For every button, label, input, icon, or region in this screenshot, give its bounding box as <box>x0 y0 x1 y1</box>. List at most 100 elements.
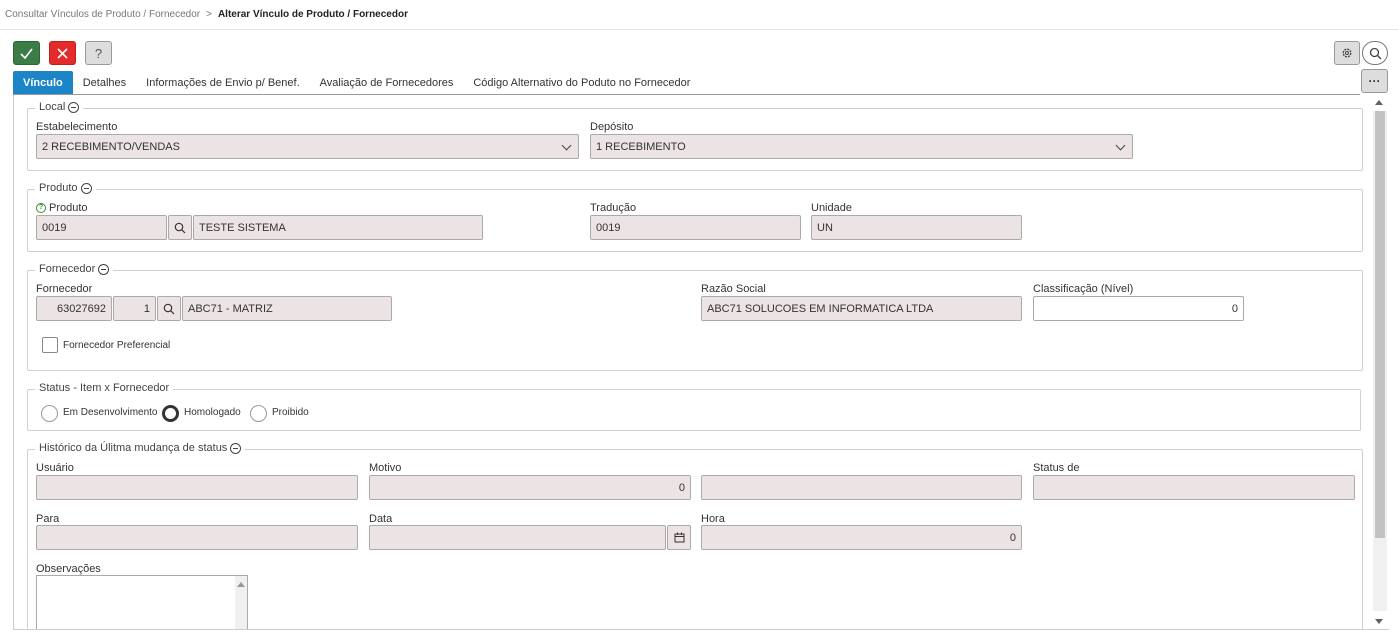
historico-legend: Histórico da Úlitma mudança de status <box>35 442 246 454</box>
fornecedor-legend-label: Fornecedor <box>39 263 96 275</box>
para-label: Para <box>36 513 60 525</box>
fornecedor-preferencial-label: Fornecedor Preferencial <box>63 340 171 351</box>
fornecedor-preferencial-checkbox[interactable] <box>42 337 58 353</box>
tab-informacoes-envio[interactable]: Informações de Envio p/ Benef. <box>136 71 309 94</box>
fornecedor-search-button[interactable] <box>157 296 181 321</box>
collapse-icon[interactable] <box>80 182 92 194</box>
estabelecimento-value: 2 RECEBIMENTO/VENDAS <box>42 140 180 153</box>
tab-detalhes[interactable]: Detalhes <box>73 71 136 94</box>
status-option-label: Proibido <box>272 407 309 418</box>
cancel-button[interactable] <box>49 41 76 65</box>
settings-button[interactable] <box>1334 41 1360 65</box>
search-icon <box>1369 47 1381 59</box>
observacoes-textarea[interactable] <box>36 575 248 629</box>
confirm-button[interactable] <box>13 41 40 65</box>
traducao-value: 0019 <box>596 221 621 234</box>
fornecedor-name-field: ABC71 - MATRIZ <box>182 296 392 321</box>
status-option-label: Homologado <box>184 407 241 418</box>
classificacao-input[interactable]: 0 <box>1033 296 1244 321</box>
scroll-up-arrow-icon <box>237 582 245 587</box>
search-icon <box>163 303 175 314</box>
breadcrumb-parent-link[interactable]: Consultar Vínculos de Produto / Forneced… <box>5 9 200 20</box>
usuario-field <box>36 475 358 500</box>
breadcrumb: Consultar Vínculos de Produto / Forneced… <box>0 0 1399 30</box>
produto-search-button[interactable] <box>168 215 192 240</box>
close-icon <box>57 47 68 59</box>
deposito-label: Depósito <box>590 121 634 133</box>
collapse-icon[interactable] <box>98 263 110 275</box>
motivo-label: Motivo <box>369 462 402 474</box>
calendar-icon <box>674 532 684 543</box>
status-de-label: Status de <box>1033 462 1080 474</box>
para-field <box>36 525 358 550</box>
scroll-down-arrow-icon[interactable] <box>1375 619 1383 624</box>
produto-desc-field: TESTE SISTEMA <box>193 215 483 240</box>
observacoes-scrollbar[interactable] <box>235 576 247 629</box>
status-legend: Status - Item x Fornecedor <box>35 382 174 394</box>
produto-legend-label: Produto <box>39 182 78 194</box>
local-legend-label: Local <box>39 101 66 113</box>
classificacao-label: Classificação (Nível) <box>1033 283 1134 295</box>
usuario-label: Usuário <box>36 462 74 474</box>
unidade-field: UN <box>811 215 1022 240</box>
global-search-button[interactable] <box>1362 41 1388 65</box>
produto-legend: Produto <box>35 182 96 194</box>
gear-icon <box>1342 48 1352 58</box>
produto-desc-value: TESTE SISTEMA <box>199 221 286 234</box>
scroll-up-arrow-icon[interactable] <box>1375 100 1383 105</box>
status-de-field <box>1033 475 1355 500</box>
data-field <box>369 525 666 550</box>
status-radio-em-desenvolvimento[interactable] <box>41 405 58 422</box>
scrollbar-thumb[interactable] <box>1375 111 1385 538</box>
fornecedor-code-value: 63027692 <box>57 302 106 315</box>
razao-social-value: ABC71 SOLUCOES EM INFORMATICA LTDA <box>707 302 934 315</box>
fornecedor-code-field[interactable]: 63027692 <box>36 296 112 321</box>
form-content: Local Estabelecimento 2 RECEBIMENTO/VEND… <box>13 95 1389 630</box>
calendar-button[interactable] <box>667 525 691 550</box>
status-radio-homologado[interactable] <box>162 405 179 422</box>
more-options-button[interactable]: ··· <box>1361 69 1388 93</box>
fornecedor-seq-field[interactable]: 1 <box>113 296 156 321</box>
hora-field: 0 <box>701 525 1022 550</box>
main-scrollbar[interactable] <box>1372 96 1388 628</box>
motivo-value: 0 <box>678 481 685 494</box>
hora-label: Hora <box>701 513 725 525</box>
traducao-field[interactable]: 0019 <box>590 215 801 240</box>
historico-legend-label: Histórico da Úlitma mudança de status <box>39 442 228 454</box>
status-radio-proibido[interactable] <box>250 405 267 422</box>
motivo-desc-field <box>701 475 1022 500</box>
unidade-value: UN <box>817 221 833 234</box>
produto-code-value: 0019 <box>42 221 67 234</box>
breadcrumb-current: Alterar Vínculo de Produto / Fornecedor <box>217 9 408 20</box>
deposito-value: 1 RECEBIMENTO <box>596 140 686 153</box>
more-icon: ··· <box>1368 74 1381 88</box>
data-label: Data <box>369 513 393 525</box>
tab-vinculo[interactable]: Vínculo <box>13 71 73 94</box>
razao-social-label: Razão Social <box>701 283 766 295</box>
tab-avaliacao-fornecedores[interactable]: Avaliação de Fornecedores <box>310 71 464 94</box>
fornecedor-seq-value: 1 <box>143 302 150 315</box>
fornecedor-name-value: ABC71 - MATRIZ <box>188 302 273 315</box>
motivo-field: 0 <box>369 475 691 500</box>
status-option-label: Em Desenvolvimento <box>63 407 158 418</box>
produto-code-field[interactable]: 0019 <box>36 215 167 240</box>
status-legend-label: Status - Item x Fornecedor <box>39 382 170 394</box>
help-button[interactable]: ? <box>85 41 112 65</box>
estabelecimento-select[interactable]: 2 RECEBIMENTO/VENDAS <box>36 134 579 159</box>
fornecedor-legend: Fornecedor <box>35 263 114 275</box>
breadcrumb-separator: > <box>206 9 212 20</box>
help-icon: ? <box>94 45 103 61</box>
deposito-select[interactable]: 1 RECEBIMENTO <box>590 134 1133 159</box>
produto-label: ? Produto <box>36 202 88 214</box>
tab-codigo-alternativo[interactable]: Código Alternativo do Poduto no Forneced… <box>463 71 700 94</box>
chevron-down-icon <box>561 140 572 151</box>
produto-label-text: Produto <box>49 202 88 214</box>
collapse-icon[interactable] <box>230 442 242 454</box>
search-icon <box>174 222 186 233</box>
estabelecimento-label: Estabelecimento <box>36 121 118 133</box>
tab-bar: Vínculo Detalhes Informações de Envio p/… <box>13 71 700 94</box>
unidade-label: Unidade <box>811 202 852 214</box>
local-legend: Local <box>35 101 84 113</box>
collapse-icon[interactable] <box>68 101 80 113</box>
observacoes-label: Observações <box>36 563 101 575</box>
